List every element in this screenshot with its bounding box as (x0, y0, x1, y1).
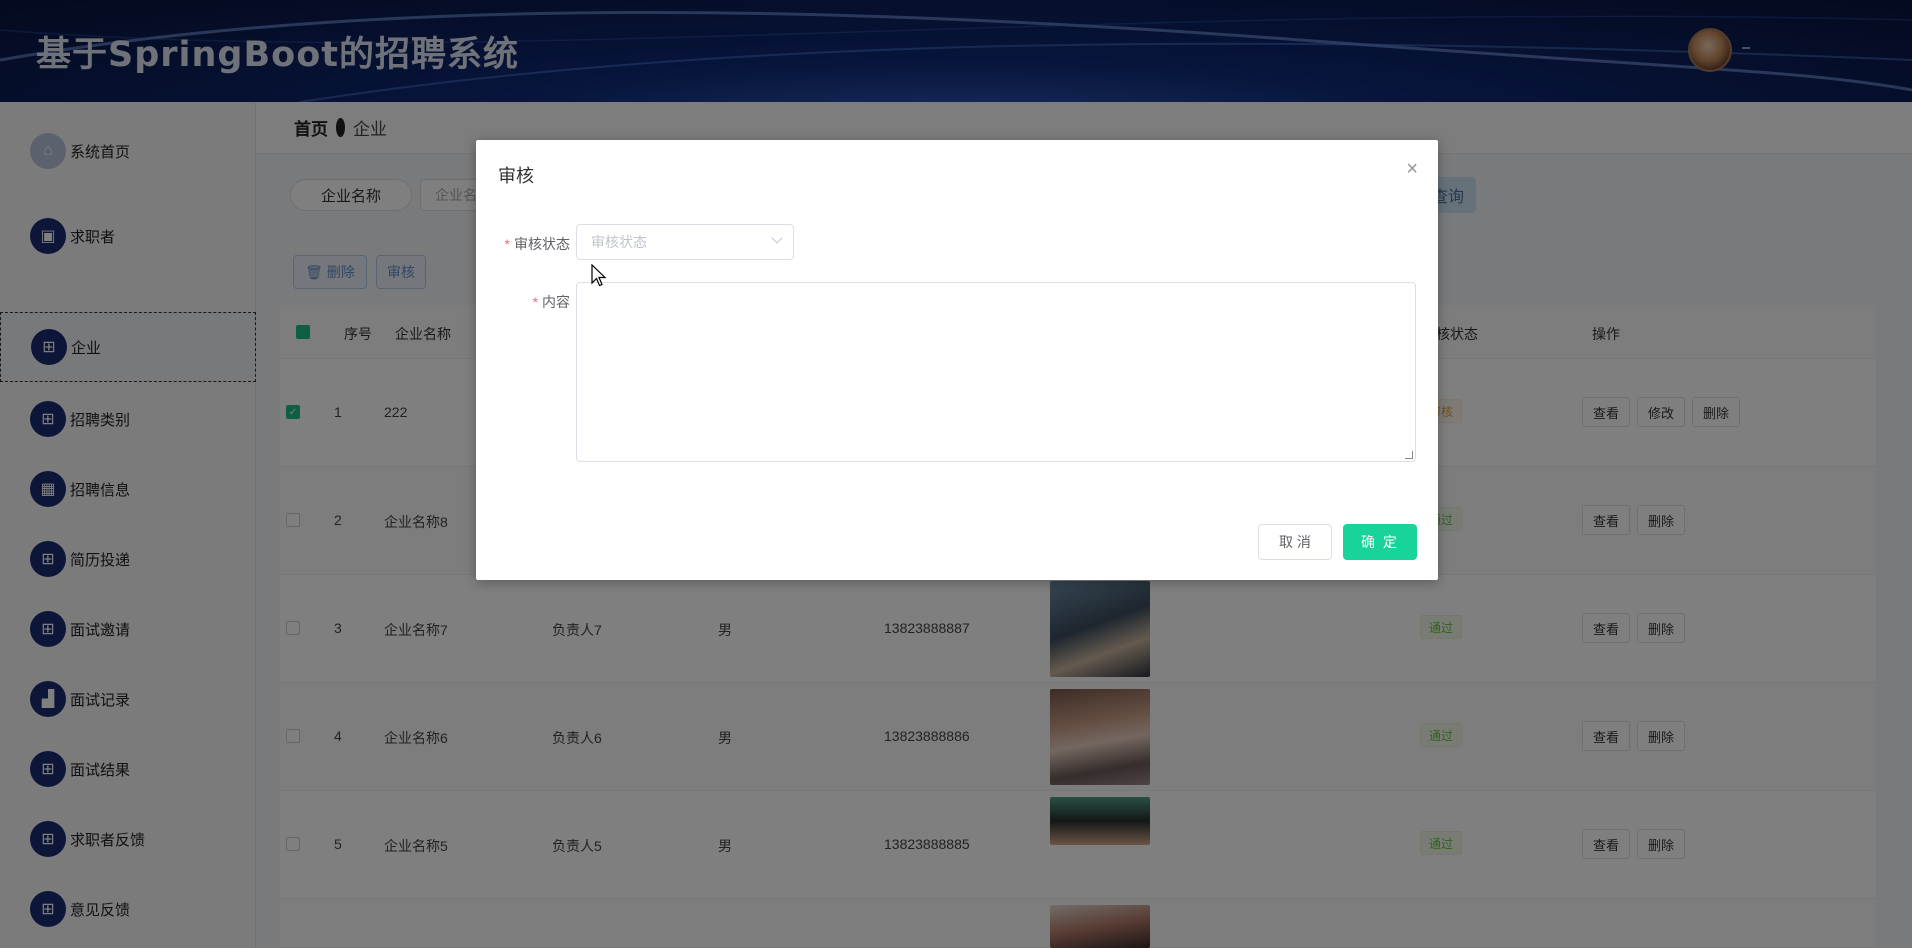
audit-status-select[interactable]: 审核状态 (576, 224, 794, 260)
audit-status-label-text: 审核状态 (514, 236, 570, 252)
resize-handle-icon[interactable] (1405, 451, 1413, 459)
audit-dialog: 审核 × * 审核状态 审核状态 * 内容 取 消 确 定 (476, 140, 1438, 580)
required-mark: * (532, 294, 538, 310)
content-label-text: 内容 (542, 294, 570, 310)
chevron-down-icon (771, 232, 783, 244)
close-icon[interactable]: × (1406, 158, 1418, 181)
cancel-button[interactable]: 取 消 (1258, 524, 1332, 560)
required-mark: * (504, 236, 510, 252)
audit-status-label: * 审核状态 (496, 234, 570, 254)
audit-status-placeholder: 审核状态 (591, 234, 647, 250)
dialog-title: 审核 (498, 166, 534, 186)
mouse-cursor-icon (591, 264, 607, 287)
content-textarea[interactable] (576, 282, 1416, 462)
confirm-button[interactable]: 确 定 (1343, 524, 1417, 560)
content-label: * 内容 (496, 292, 570, 312)
